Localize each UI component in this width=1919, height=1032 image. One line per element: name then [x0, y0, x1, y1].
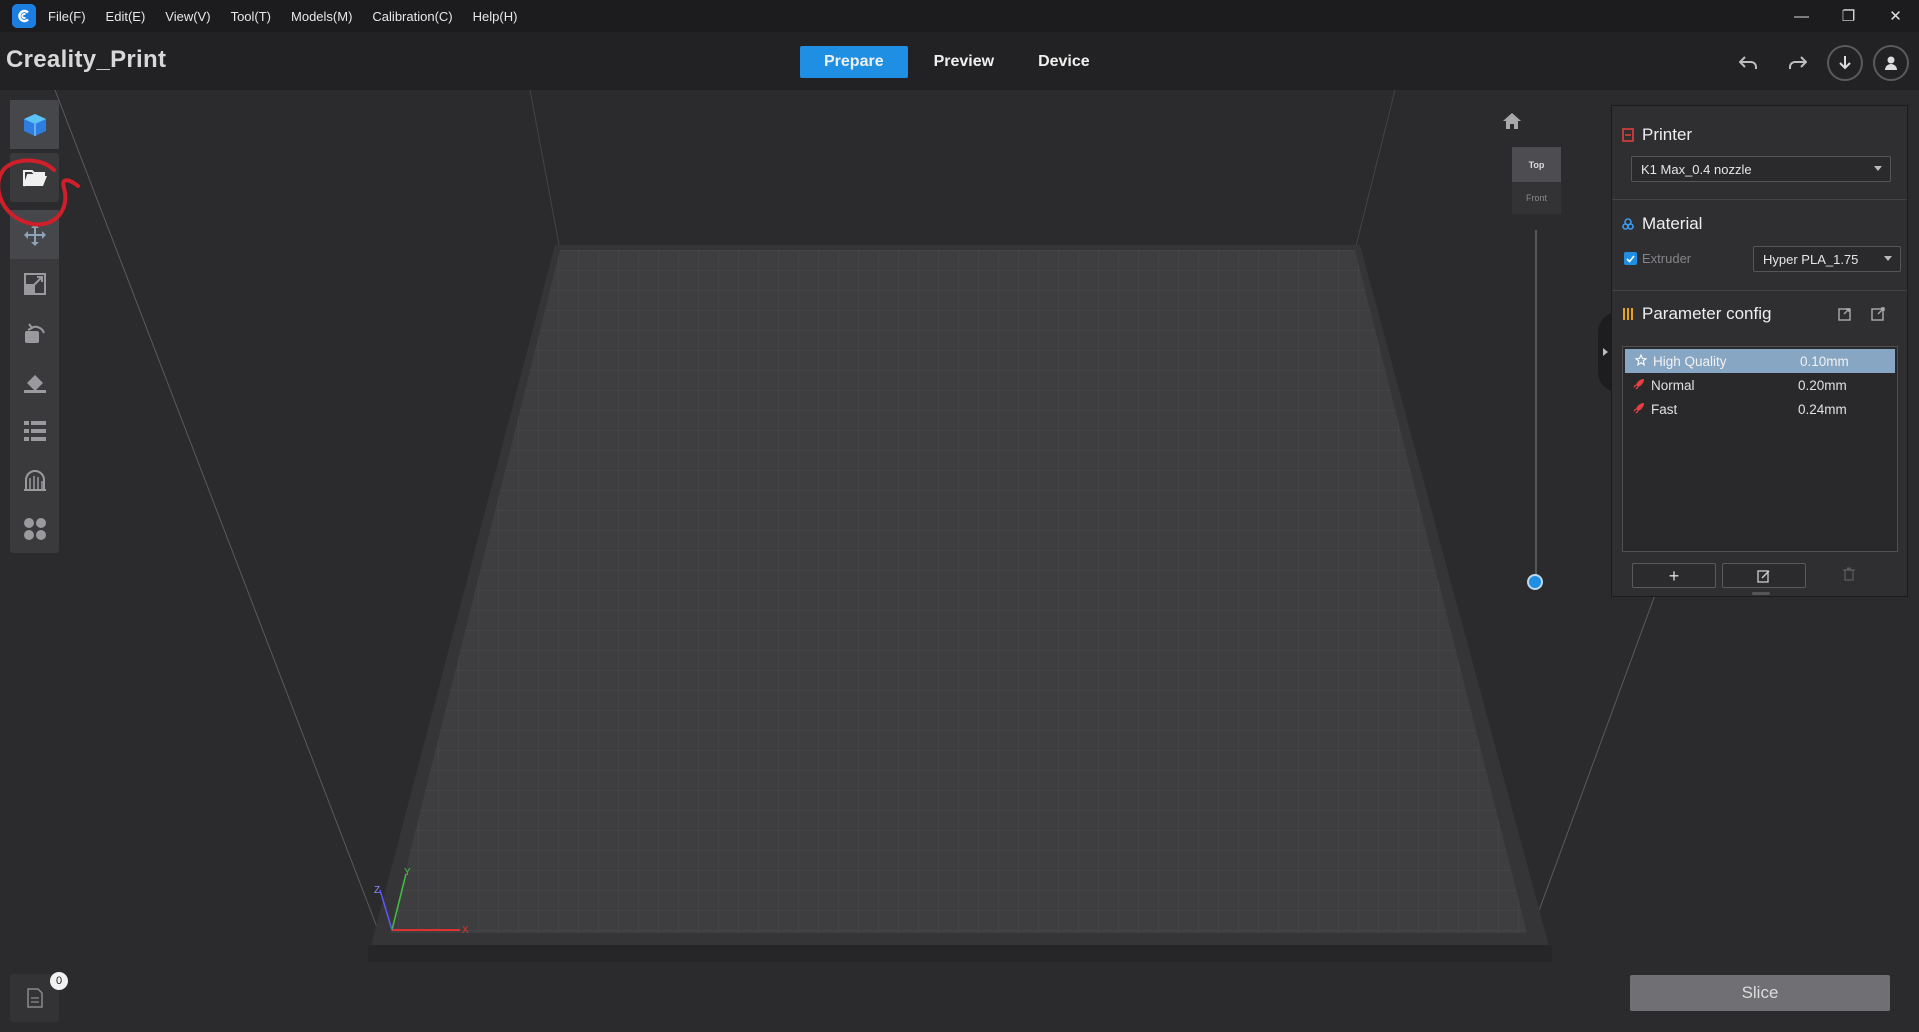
parameter-icon: [1622, 307, 1634, 321]
edit-tools-group: [10, 210, 59, 553]
profile-layer-height: 0.20mm: [1798, 377, 1847, 393]
add-profile-button[interactable]: +: [1632, 563, 1716, 588]
view-cube-front[interactable]: Front: [1512, 182, 1561, 214]
rocket-icon: [1633, 402, 1645, 417]
printer-title: Printer: [1642, 125, 1693, 144]
profile-name: Fast: [1651, 401, 1678, 417]
settings-panel: Printer K1 Max_0.4 nozzle Material Extru…: [1611, 105, 1908, 597]
printer-icon: [1622, 128, 1634, 142]
chevron-down-icon: [1874, 166, 1882, 171]
tab-prepare[interactable]: Prepare: [800, 46, 908, 78]
layer-slider-track[interactable]: [1535, 230, 1537, 580]
panel-resize-grip[interactable]: [1752, 592, 1770, 595]
close-button[interactable]: ✕: [1872, 0, 1919, 32]
support-icon[interactable]: [10, 455, 59, 504]
menu-calibration[interactable]: Calibration(C): [372, 9, 452, 24]
add-model-group: [10, 100, 59, 149]
view-cube[interactable]: Top Front: [1512, 147, 1561, 214]
profile-row-high-quality[interactable]: High Quality 0.10mm: [1625, 349, 1895, 373]
printer-header: Printer: [1622, 125, 1692, 145]
profile-row-fast[interactable]: Fast 0.24mm: [1623, 397, 1897, 421]
app-title: Creality_Print: [6, 46, 167, 73]
printer-select-value: K1 Max_0.4 nozzle: [1641, 161, 1752, 177]
creality-print-window: File(F) Edit(E) View(V) Tool(T) Models(M…: [0, 0, 1919, 1032]
rotate-icon[interactable]: [10, 308, 59, 357]
profile-layer-height: 0.10mm: [1800, 353, 1849, 369]
profile-name: Normal: [1651, 377, 1695, 393]
restore-button[interactable]: ❐: [1825, 0, 1872, 32]
material-select[interactable]: Hyper PLA_1.75: [1753, 246, 1901, 272]
view-cube-top[interactable]: Top: [1512, 147, 1561, 182]
menu-tool[interactable]: Tool(T): [231, 9, 271, 24]
menu-bar: File(F) Edit(E) View(V) Tool(T) Models(M…: [0, 0, 1919, 32]
layer-slider-handle[interactable]: [1527, 574, 1543, 590]
delete-profile-icon[interactable]: [1843, 567, 1855, 586]
download-icon[interactable]: [1827, 45, 1863, 81]
top-right-tools: [1717, 44, 1909, 82]
object-list-icon[interactable]: [10, 406, 59, 455]
annotation-circle: [0, 158, 80, 227]
menu-view[interactable]: View(V): [165, 9, 210, 24]
add-model-icon[interactable]: [10, 100, 59, 149]
undo-icon[interactable]: [1729, 44, 1767, 82]
mode-tabs: Prepare Preview Device: [800, 46, 1116, 78]
chevron-down-icon: [1884, 256, 1892, 261]
edit-profile-button[interactable]: [1722, 563, 1806, 588]
document-icon: [26, 988, 43, 1008]
edit-icon: [1757, 569, 1770, 583]
printer-select[interactable]: K1 Max_0.4 nozzle: [1631, 156, 1891, 182]
axis-z-label: Z: [374, 885, 380, 896]
import-profile-icon[interactable]: [1837, 306, 1853, 327]
material-icon: [1622, 218, 1634, 230]
profile-list: High Quality 0.10mm Normal 0.20mm Fast 0…: [1622, 346, 1898, 552]
slice-button[interactable]: Slice: [1630, 975, 1890, 1011]
lay-flat-icon[interactable]: [10, 357, 59, 406]
arrange-icon[interactable]: [10, 504, 59, 553]
menu-edit[interactable]: Edit(E): [106, 9, 146, 24]
bed-grid: [390, 250, 1527, 933]
material-title: Material: [1642, 214, 1703, 233]
redo-icon[interactable]: [1779, 44, 1817, 82]
tab-device[interactable]: Device: [1020, 46, 1108, 78]
home-view-icon[interactable]: [1502, 112, 1522, 135]
plus-icon: +: [1668, 565, 1680, 586]
menu-help[interactable]: Help(H): [473, 9, 518, 24]
star-icon: [1634, 353, 1648, 369]
material-header: Material: [1622, 214, 1702, 234]
top-toolbar: Creality_Print Prepare Preview Device: [0, 32, 1919, 90]
menu-file[interactable]: File(F): [48, 9, 86, 24]
export-profile-icon[interactable]: [1870, 306, 1886, 327]
app-logo-icon: [12, 4, 36, 28]
user-avatar-icon[interactable]: [1873, 45, 1909, 81]
scale-icon[interactable]: [10, 259, 59, 308]
object-count-badge: 0: [50, 972, 68, 990]
parameter-title: Parameter config: [1642, 304, 1772, 323]
extruder-label: Extruder: [1642, 251, 1692, 266]
axis-x-label: X: [462, 925, 469, 936]
profile-name: High Quality: [1653, 353, 1727, 369]
axis-y-label: Y: [404, 867, 411, 878]
parameter-header: Parameter config: [1622, 304, 1771, 324]
profile-row-normal[interactable]: Normal 0.20mm: [1623, 373, 1897, 397]
material-select-value: Hyper PLA_1.75: [1763, 251, 1859, 267]
material-section: Material Extruder Hyper PLA_1.75: [1612, 199, 1907, 291]
extruder-checkbox[interactable]: [1624, 252, 1637, 265]
window-controls: — ❐ ✕: [1778, 0, 1919, 32]
menu-models[interactable]: Models(M): [291, 9, 352, 24]
rocket-icon: [1633, 378, 1645, 393]
minimize-button[interactable]: —: [1778, 0, 1825, 32]
tab-preview[interactable]: Preview: [916, 46, 1012, 78]
printer-section: Printer K1 Max_0.4 nozzle: [1612, 106, 1907, 200]
profile-layer-height: 0.24mm: [1798, 401, 1847, 417]
